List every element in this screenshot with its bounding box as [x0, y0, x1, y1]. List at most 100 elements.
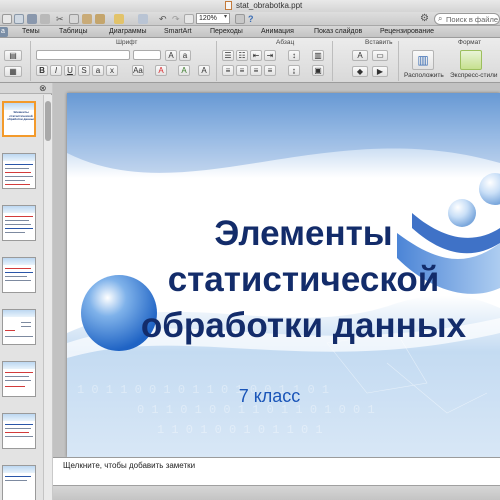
paste-icon[interactable]: [82, 14, 92, 24]
arrange-icon[interactable]: ▥: [412, 50, 434, 70]
thumbnail-scroll-thumb[interactable]: [45, 101, 51, 141]
font-size-field[interactable]: [133, 50, 161, 60]
shape-button[interactable]: ◆: [352, 66, 368, 77]
textbox-button[interactable]: A: [352, 50, 368, 61]
copy-icon[interactable]: [69, 14, 79, 24]
slide-thumbnail-7[interactable]: [2, 413, 36, 449]
slide-thumbnail-4[interactable]: [2, 257, 36, 293]
italic-button[interactable]: I: [50, 65, 62, 76]
tab-slideshow[interactable]: Показ слайдов: [314, 27, 362, 37]
tab-animation[interactable]: Анимация: [261, 27, 294, 37]
powerpoint-window: stat_obrabotka.ppt ✂ ↶ ↷ 120% ▾ ? ⚙ ⌕ а …: [0, 0, 500, 500]
zoom-dropdown-icon[interactable]: ▾: [221, 13, 230, 22]
grow-font-button[interactable]: A: [165, 50, 177, 61]
standard-toolbar: ✂ ↶ ↷ 120% ▾ ? ⚙ ⌕: [0, 12, 500, 26]
slide-title-line-3: обработки данных: [140, 306, 467, 345]
status-bar: [53, 485, 500, 500]
slide-thumbnail-3[interactable]: [2, 205, 36, 241]
group-insert-label: Вставить: [365, 39, 393, 46]
quick-styles-label[interactable]: Экспресс-стили: [450, 72, 498, 80]
picture-button[interactable]: ▭: [372, 50, 388, 61]
undo-icon[interactable]: ↶: [159, 14, 169, 24]
thumbnail-scrollbar[interactable]: [43, 95, 52, 500]
section-button[interactable]: ▦: [4, 66, 22, 77]
tab-review[interactable]: Рецензирование: [380, 27, 434, 37]
align-center-button[interactable]: ≡: [236, 65, 248, 76]
tab-themes[interactable]: Темы: [22, 27, 40, 37]
media-button[interactable]: ▶: [372, 66, 388, 77]
arrange-label[interactable]: Расположить: [404, 72, 444, 80]
strikethrough-button[interactable]: a: [92, 65, 104, 76]
font-name-field[interactable]: [36, 50, 130, 60]
save-icon[interactable]: [27, 14, 37, 24]
document-icon: [225, 1, 232, 10]
tab-tables[interactable]: Таблицы: [59, 27, 88, 37]
panel-header: ⊗: [0, 83, 52, 94]
line-spacing-button[interactable]: ↨: [288, 65, 300, 76]
format-painter-icon[interactable]: [95, 14, 105, 24]
align-right-button[interactable]: ≡: [250, 65, 262, 76]
search-box[interactable]: ⌕: [434, 13, 500, 25]
tab-smartart[interactable]: SmartArt: [164, 27, 192, 37]
decrease-indent-button[interactable]: ⇤: [250, 50, 262, 61]
slide-thumbnail-5[interactable]: [2, 309, 36, 345]
slide-title[interactable]: Элементы статистической обработки данных: [107, 211, 500, 349]
justify-button[interactable]: ≡: [264, 65, 276, 76]
media-browser-icon[interactable]: [235, 14, 245, 24]
slide-title-line-2: статистической: [167, 260, 440, 299]
layout-icon[interactable]: [138, 14, 148, 24]
group-format-label: Формат: [458, 39, 482, 46]
align-left-button[interactable]: ≡: [222, 65, 234, 76]
columns-button[interactable]: ▥: [312, 50, 324, 61]
print-icon[interactable]: [40, 14, 50, 24]
smartart-convert-button[interactable]: ▣: [312, 65, 324, 76]
change-case-button[interactable]: Aa: [132, 65, 144, 76]
title-bar: stat_obrabotka.ppt: [0, 0, 500, 12]
slide-thumbnail-panel: ⊗ Элементы статистической обработки данн…: [0, 83, 52, 500]
tab-charts[interactable]: Диаграммы: [109, 27, 147, 37]
slide-subtitle[interactable]: 7 класс: [107, 385, 432, 407]
window-title: stat_obrabotka.ppt: [236, 1, 303, 10]
bold-button[interactable]: B: [36, 65, 48, 76]
thumbnail-caption: Элементы статистической обработки данных: [7, 110, 35, 121]
slide-thumbnail-8[interactable]: [2, 465, 36, 500]
underline-button[interactable]: U: [64, 65, 76, 76]
quick-styles-icon[interactable]: [460, 50, 482, 70]
font-color-button[interactable]: A: [155, 65, 167, 76]
shadow-button[interactable]: S: [78, 65, 90, 76]
help-icon[interactable]: ?: [248, 14, 258, 24]
highlight-button[interactable]: A: [178, 65, 190, 76]
search-input[interactable]: [446, 14, 500, 24]
tab-transitions[interactable]: Переходы: [210, 27, 243, 37]
group-paragraph-label: Абзац: [276, 39, 295, 46]
tab-home[interactable]: а: [0, 27, 8, 37]
slide-title-line-1: Элементы: [214, 214, 393, 253]
gear-icon[interactable]: ⚙: [420, 13, 432, 24]
slide-thumbnail-1[interactable]: Элементы статистической обработки данных: [2, 101, 36, 137]
notes-pane[interactable]: Щелкните, чтобы добавить заметки: [53, 457, 500, 485]
notes-placeholder[interactable]: Щелкните, чтобы добавить заметки: [63, 460, 195, 472]
text-direction-button[interactable]: ↕: [288, 50, 300, 61]
slide-canvas[interactable]: 1 0 1 1 0 0 1 0 1 1 0 1 0 0 1 1 0 1 0 1 …: [67, 93, 500, 457]
thumbnail-list: Элементы статистической обработки данных: [0, 95, 43, 500]
new-document-icon[interactable]: [2, 14, 12, 24]
slideshow-icon[interactable]: [184, 14, 194, 24]
slide-thumbnail-6[interactable]: [2, 361, 36, 397]
layout-button[interactable]: ▤: [4, 50, 22, 61]
shrink-font-button[interactable]: a: [179, 50, 191, 61]
superscript-button[interactable]: x: [106, 65, 118, 76]
numbering-button[interactable]: ☷: [236, 50, 248, 61]
search-icon: ⌕: [438, 14, 443, 23]
slide-thumbnail-2[interactable]: [2, 153, 36, 189]
cut-icon[interactable]: ✂: [56, 14, 66, 24]
bullets-button[interactable]: ☰: [222, 50, 234, 61]
ribbon-tab-bar: а Темы Таблицы Диаграммы SmartArt Перехо…: [0, 26, 500, 38]
close-panel-icon[interactable]: ⊗: [39, 84, 49, 93]
new-slide-icon[interactable]: [114, 14, 124, 24]
clear-format-button[interactable]: A: [198, 65, 210, 76]
svg-text:1 1 0 1 0 0 1 0 1 1 0 1: 1 1 0 1 0 0 1 0 1 1 0 1: [157, 423, 323, 437]
templates-icon[interactable]: [14, 14, 24, 24]
increase-indent-button[interactable]: ⇥: [264, 50, 276, 61]
redo-icon[interactable]: ↷: [172, 14, 182, 24]
group-font-label: Шрифт: [116, 39, 138, 46]
